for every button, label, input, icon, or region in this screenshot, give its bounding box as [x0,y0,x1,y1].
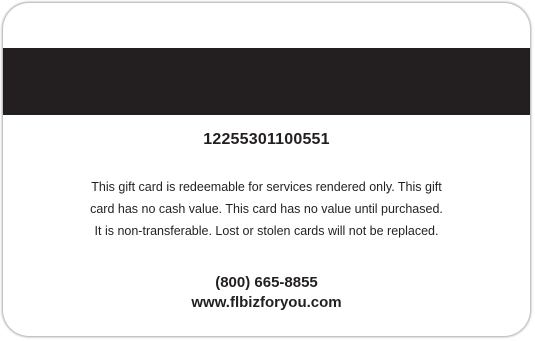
website-url: www.flbizforyou.com [191,294,342,311]
terms-line: card has no cash value. This card has no… [90,202,443,216]
magnetic-stripe [3,48,530,115]
page: 12255301100551 This gift card is redeema… [0,0,535,341]
terms-text: This gift card is redeemable for service… [3,176,530,242]
contact-info: (800) 665-8855 www.flbizforyou.com [3,273,530,313]
card-number: 12255301100551 [203,131,330,148]
terms-line: This gift card is redeemable for service… [91,180,442,194]
terms-line: It is non-transferable. Lost or stolen c… [94,224,439,238]
gift-card-back: 12255301100551 This gift card is redeema… [3,3,530,336]
phone-number: (800) 665-8855 [215,274,318,291]
